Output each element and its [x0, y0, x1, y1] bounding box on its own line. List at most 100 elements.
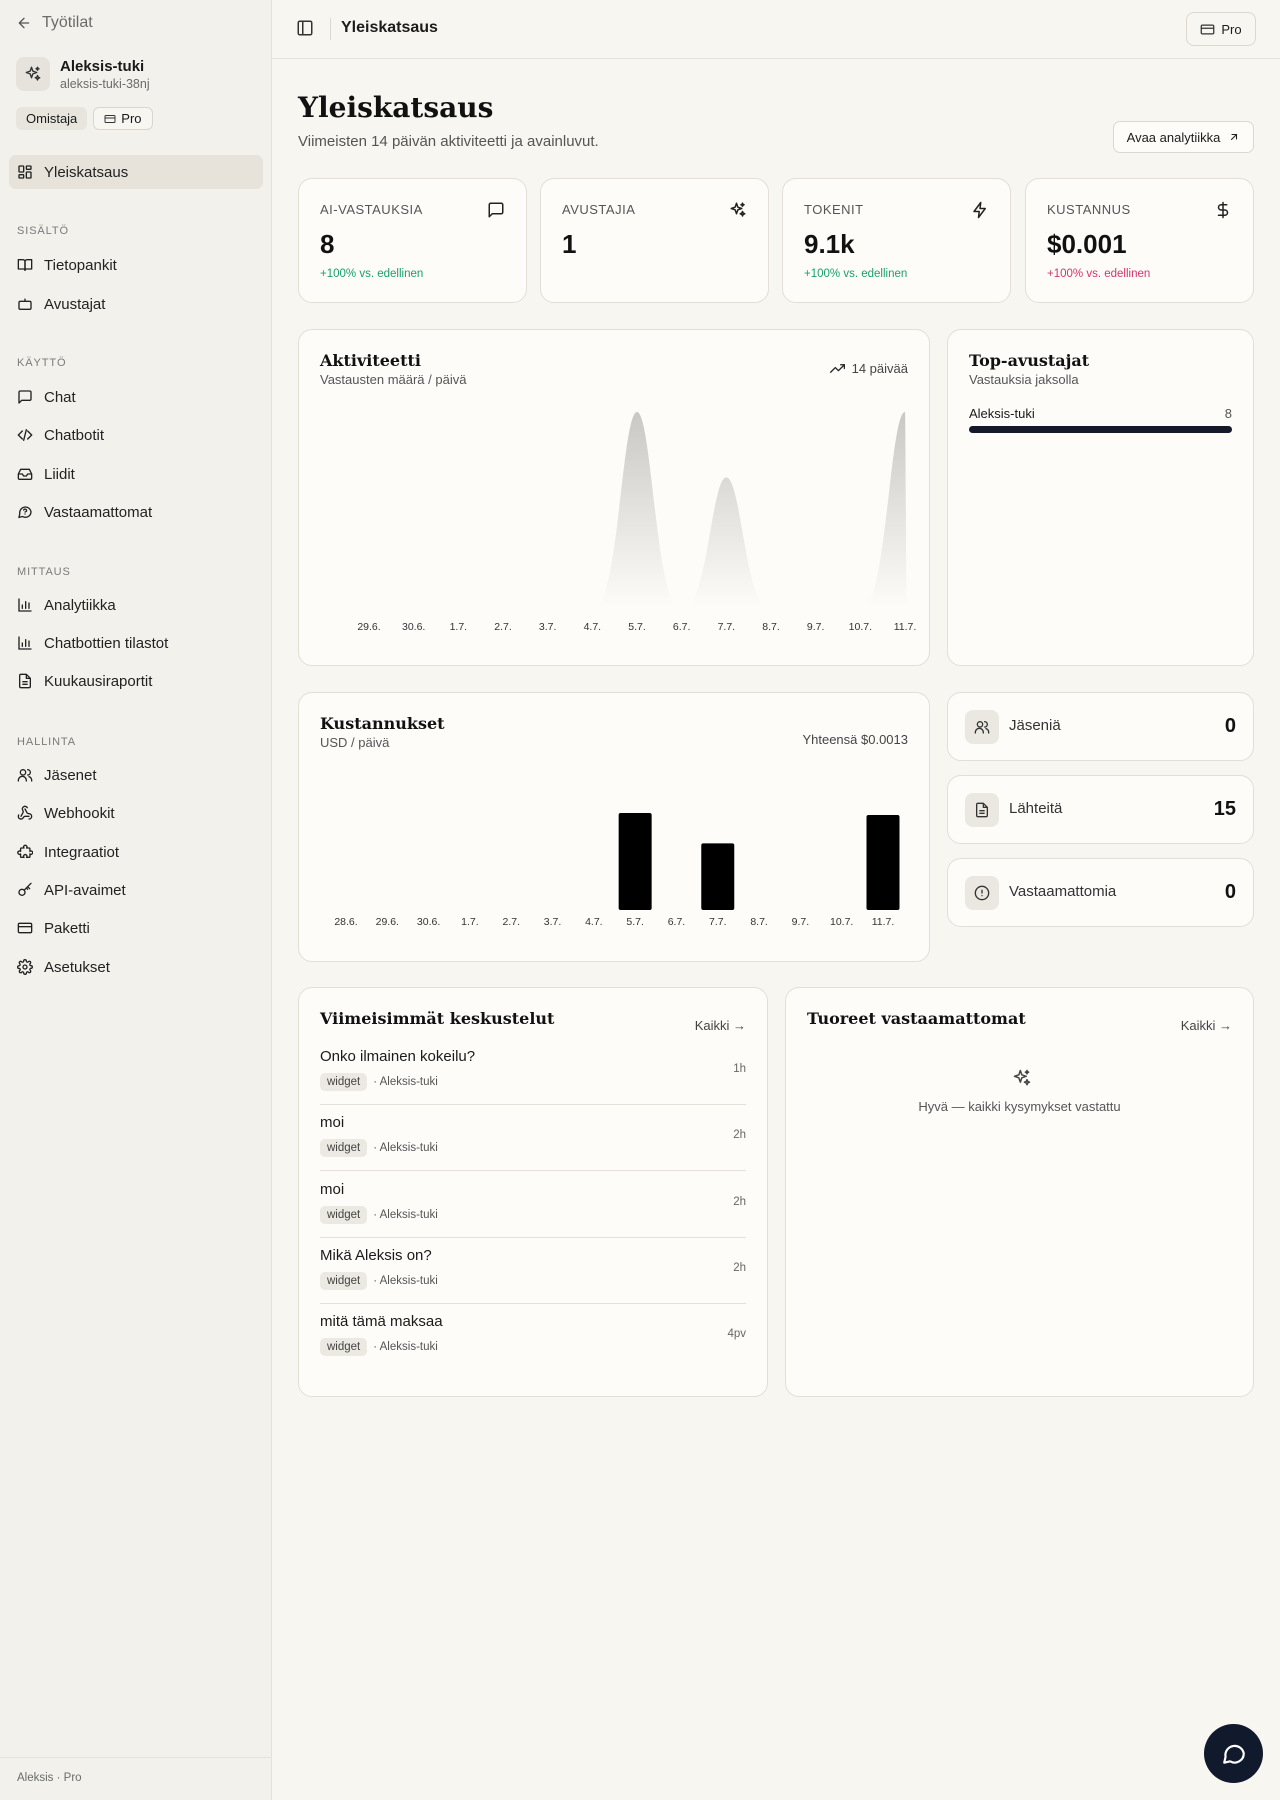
x-tick-label: 30.6.: [402, 621, 425, 633]
members-stat-card: Jäseniä 0: [947, 692, 1254, 761]
cost-bar: [618, 813, 652, 910]
gear-icon: [17, 959, 33, 975]
stat-delta: +100% vs. edellinen: [320, 268, 424, 280]
conversation-row[interactable]: Onko ilmainen kokeilu? widget · Aleksis-t…: [320, 1039, 746, 1105]
workspace-switcher[interactable]: Aleksis-tuki aleksis-tuki-38nj: [16, 57, 150, 91]
topbar: Yleiskatsaus Pro: [272, 0, 1280, 59]
nav-section-management: HALLINTA: [17, 736, 76, 748]
workspace-avatar: [16, 57, 50, 91]
sidebar-toggle-button[interactable]: [296, 19, 314, 42]
top-assistant-bar-fill: [969, 426, 1232, 433]
chat-bubble-icon: [1222, 1744, 1245, 1764]
sidebar-item-chat[interactable]: Chat: [9, 380, 263, 414]
sidebar-item-label: Chat: [44, 388, 76, 406]
role-badge: Omistaja: [16, 107, 88, 130]
open-analytics-label: Avaa analytiikka: [1126, 129, 1221, 145]
conversation-row[interactable]: Mikä Aleksis on? widget · Aleksis-tuki 2h: [320, 1238, 746, 1304]
chat-launcher-button[interactable]: [1204, 1724, 1263, 1783]
nav-section-usage: KÄYTTÖ: [17, 357, 67, 369]
conversation-assistant: · Aleksis-tuki: [373, 1209, 438, 1221]
page-title: Yleiskatsaus: [298, 91, 494, 124]
sidebar-item-label: Tietopankit: [44, 256, 117, 274]
sidebar-item-leads[interactable]: Liidit: [9, 457, 263, 491]
conversation-time: 4pv: [727, 1328, 746, 1340]
stat-card-tokens: TOKENIT 9.1k +100% vs. edellinen: [782, 178, 1011, 303]
sidebar-item-label: Yleiskatsaus: [44, 163, 129, 181]
mini-stat-label: Jäseniä: [1009, 717, 1061, 734]
conversation-time: 2h: [733, 1262, 746, 1274]
x-tick-label: 30.6.: [417, 916, 440, 928]
unanswered-all-link[interactable]: Kaikki →: [1181, 1018, 1232, 1033]
conversation-time: 2h: [733, 1196, 746, 1208]
activity-area: [369, 412, 907, 608]
topbar-title: Yleiskatsaus: [341, 19, 438, 36]
x-tick-label: 29.6.: [376, 916, 399, 928]
bolt-icon: [973, 201, 986, 219]
sidebar-item-plan[interactable]: Paketti: [9, 911, 263, 945]
panel-left-icon: [297, 20, 313, 36]
sparkles-icon: [25, 66, 41, 81]
mini-stat-value: 0: [1224, 881, 1236, 903]
message-icon: [488, 202, 504, 218]
credit-card-icon: [1201, 24, 1215, 34]
sidebar-item-knowledge-bases[interactable]: Tietopankit: [9, 248, 263, 282]
x-tick-label: 9.7.: [807, 621, 825, 633]
x-tick-label: 10.7.: [830, 916, 853, 928]
sidebar-item-members[interactable]: Jäsenet: [9, 758, 263, 792]
conversation-row[interactable]: moi widget · Aleksis-tuki 2h: [320, 1105, 746, 1171]
channel-tag: widget: [320, 1073, 368, 1091]
sidebar-item-settings[interactable]: Asetukset: [9, 950, 263, 984]
conversation-title: mitä tämä maksaa: [320, 1313, 443, 1330]
stat-card-ai-responses: AI-VASTAUKSIA 8 +100% vs. edellinen: [298, 178, 527, 303]
sidebar-item-label: Paketti: [44, 919, 90, 937]
x-tick-label: 7.7.: [709, 916, 727, 928]
sidebar-item-chatbot-stats[interactable]: Chatbottien tilastot: [9, 626, 263, 660]
sidebar-item-label: Analytiikka: [44, 596, 116, 614]
sidebar-item-api-keys[interactable]: API-avaimet: [9, 873, 263, 907]
sidebar-item-analytics[interactable]: Analytiikka: [9, 588, 263, 622]
plan-badge-label: Pro: [121, 111, 142, 126]
dollar-icon: [1217, 201, 1229, 219]
document-icon: [976, 802, 988, 818]
sidebar: Työtilat Aleksis-tuki aleksis-tuki-38nj …: [0, 0, 272, 1800]
top-assistant-value: 8: [1224, 406, 1232, 421]
sidebar-item-unanswered[interactable]: Vastaamattomat: [9, 495, 263, 529]
mini-stat-value: 15: [1213, 798, 1236, 820]
sidebar-item-label: Chatbotit: [44, 426, 105, 444]
sidebar-item-overview[interactable]: Yleiskatsaus: [9, 155, 263, 189]
help-circle-icon: [18, 506, 32, 519]
conversation-row[interactable]: mitä tämä maksaa widget · Aleksis-tuki 4p…: [320, 1304, 746, 1370]
open-analytics-button[interactable]: Avaa analytiikka: [1113, 121, 1254, 153]
sidebar-item-monthly-reports[interactable]: Kuukausiraportit: [9, 664, 263, 698]
x-tick-label: 6.7.: [673, 621, 691, 633]
bot-icon: [18, 298, 32, 310]
sidebar-item-chatbots[interactable]: Chatbotit: [9, 418, 263, 452]
bar-chart-icon: [18, 636, 32, 650]
sparkles-icon: [1013, 1069, 1031, 1086]
key-icon: [18, 882, 32, 896]
costs-chart: 28.6. 29.6. 30.6. 1.7. 2.7. 3.7. 4.7. 5.7. 6.7. 7…: [334, 813, 900, 928]
x-tick-label: 5.7.: [628, 621, 646, 633]
arrow-left-icon: [18, 17, 30, 29]
channel-tag: widget: [320, 1139, 368, 1157]
nav-section-content: SISÄLTÖ: [17, 225, 69, 237]
conversation-assistant: · Aleksis-tuki: [373, 1275, 438, 1287]
recent-all-link[interactable]: Kaikki →: [695, 1018, 746, 1033]
conversation-assistant: · Aleksis-tuki: [373, 1142, 438, 1154]
credit-card-icon: [17, 922, 33, 934]
conversation-row[interactable]: moi widget · Aleksis-tuki 2h: [320, 1172, 746, 1238]
sidebar-item-integrations[interactable]: Integraatiot: [9, 835, 263, 869]
conversation-assistant: · Aleksis-tuki: [373, 1076, 438, 1088]
sidebar-item-assistants[interactable]: Avustajat: [9, 287, 263, 321]
plan-button[interactable]: Pro: [1186, 12, 1256, 46]
nav-section-measurement: MITTAUS: [17, 566, 71, 578]
top-assistants-title: Top-avustajat: [969, 351, 1090, 370]
cost-bar: [701, 843, 735, 910]
dashboard-icon: [18, 165, 32, 179]
page-subtitle: Viimeisten 14 päivän aktiviteetti ja ava…: [298, 133, 599, 150]
back-label: Työtilat: [42, 14, 93, 31]
sidebar-item-webhooks[interactable]: Webhookit: [9, 796, 263, 830]
back-to-workspaces-link[interactable]: Työtilat: [16, 14, 93, 32]
inbox-icon: [17, 468, 33, 480]
stat-label: KUSTANNUS: [1047, 202, 1131, 217]
